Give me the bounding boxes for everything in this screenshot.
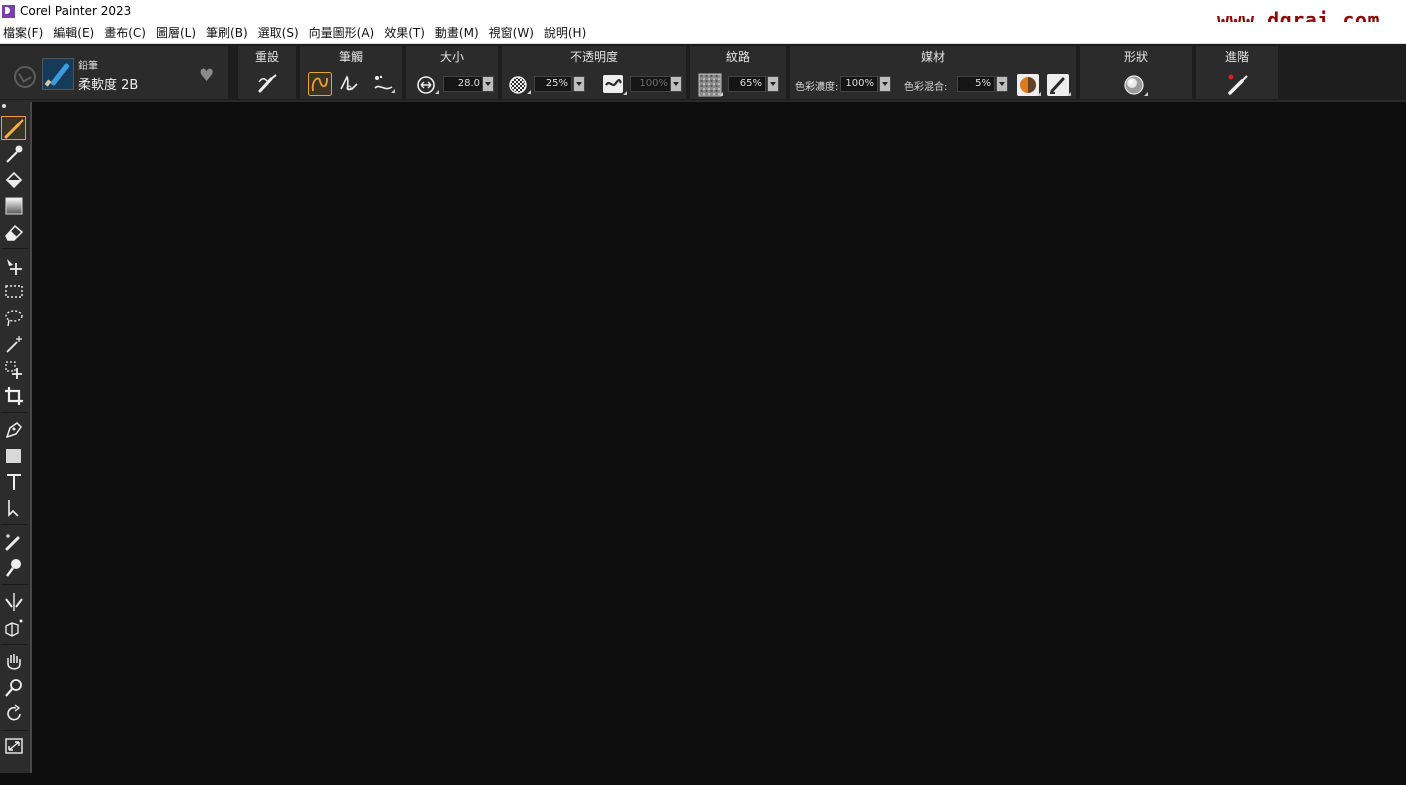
color-concentration-dropdown[interactable] [879,76,891,92]
size-expression-icon[interactable] [416,75,440,95]
mirror-painting-tool-icon[interactable] [1,590,26,614]
eraser-tool-icon[interactable] [1,220,26,244]
grain-dropdown-button[interactable] [767,76,779,92]
size-dropdown-button[interactable] [482,76,494,92]
advanced-brush-icon[interactable] [1226,73,1250,97]
menu-brushes[interactable]: 筆刷(B) [203,24,255,41]
rubber-stamp-tool-icon[interactable] [1,556,26,580]
menu-help[interactable]: 說明(H) [541,24,593,41]
magnifier-tool-icon[interactable] [1,676,26,700]
cloner-tool-icon[interactable] [1,530,26,554]
toolbox-divider [1,524,28,525]
title-bar: Corel Painter 2023 www.dgrai.com [0,0,1406,32]
menu-file[interactable]: 檔案(F) [0,24,50,41]
fit-to-screen-icon[interactable] [1,734,26,758]
color-mix-field[interactable]: 5% [957,76,995,92]
size-title: 大小 [439,50,464,64]
grabber-hand-tool-icon[interactable] [1,650,26,674]
shape-title: 形狀 [1123,50,1148,64]
pen-tool-icon[interactable] [1,418,26,442]
toolbox-divider [1,644,28,645]
workspace-canvas[interactable] [32,102,1406,785]
color-mix-dropdown[interactable] [996,76,1008,92]
text-tool-icon[interactable] [1,470,26,494]
brush-variant[interactable]: 柔軟度 2B [78,74,138,93]
grain-title: 紋路 [725,50,750,64]
media-title: 媒材 [920,50,945,64]
perspective-guide-tool-icon[interactable] [1,616,26,640]
dab-shape-icon[interactable] [1123,73,1149,97]
crop-tool-icon[interactable] [1,384,26,408]
brush-category[interactable]: 鉛筆 [78,57,98,72]
toolbox-divider [1,248,28,249]
menu-movie[interactable]: 動畫(M) [432,24,486,41]
shape-selection-tool-icon[interactable] [1,496,26,520]
advanced-title: 進階 [1224,50,1249,64]
brush-selector: 鉛筆 柔軟度 2B ♥ [0,46,230,99]
menu-effects[interactable]: 效果(T) [381,24,432,41]
selection-adjuster-tool-icon[interactable] [1,358,26,382]
opacity-jitter-icon[interactable] [602,74,628,96]
opacity-section: 不透明度 25% 100% [502,46,688,99]
gradient-tool-icon[interactable] [1,194,26,218]
menu-layers[interactable]: 圖層(L) [153,24,203,41]
stroke-section: 筆觸 [300,46,404,99]
reset-title: 重設 [254,50,279,64]
opacity-dropdown-button[interactable] [573,76,585,92]
dropper-tool-icon[interactable] [1,142,26,166]
color-concentration-label: 色彩濃度: [795,82,839,93]
blending-icon[interactable] [1046,73,1072,97]
toolbox-grip[interactable] [2,104,6,108]
opacity-title: 不透明度 [569,50,618,64]
opacity-expression-field[interactable]: 100% [630,76,672,92]
color-concentration-field[interactable]: 100% [840,76,878,92]
paper-grain-icon[interactable] [698,73,724,97]
color-mix-label: 色彩混合: [904,82,948,93]
media-section: 媒材 色彩濃度: 100% 色彩混合: 5% [790,46,1078,99]
property-bar: 鉛筆 柔軟度 2B ♥ 重設 筆觸 大小 28.0 不透明度 25% 100% … [0,44,1406,102]
grain-value-field[interactable]: 65% [728,76,766,92]
toolbox-divider [1,730,28,731]
menu-bar: 檔案(F) 編輯(E) 畫布(C) 圖層(L) 筆刷(B) 選取(S) 向量圖形… [0,22,1406,44]
freehand-stroke-icon[interactable] [308,72,332,96]
toolbox [0,102,32,773]
size-section: 大小 28.0 [406,46,500,99]
opacity-value-field[interactable]: 25% [534,76,572,92]
painter-app-icon [2,4,15,18]
menu-select[interactable]: 選取(S) [255,24,306,41]
grain-section: 紋路 65% [690,46,788,99]
restore-default-icon[interactable] [14,66,36,88]
opacity-expression-icon[interactable] [508,75,532,95]
advanced-section: 進階 [1196,46,1280,99]
straight-line-stroke-icon[interactable] [338,73,360,95]
dab-stroke-icon[interactable] [372,73,396,95]
favorite-heart-icon[interactable]: ♥ [199,68,214,85]
reset-section: 重設 [238,46,298,99]
menu-window[interactable]: 視窗(W) [486,24,541,41]
stroke-title: 筆觸 [338,50,363,64]
brush-reset-icon[interactable] [257,73,279,93]
menu-shapes[interactable]: 向量圖形(A) [306,24,382,41]
toolbox-divider [1,584,28,585]
size-value-field[interactable]: 28.0 [443,76,484,92]
layer-adjuster-tool-icon[interactable] [1,254,26,278]
rotate-page-tool-icon[interactable] [1,702,26,726]
menu-edit[interactable]: 編輯(E) [50,24,101,41]
menu-canvas[interactable]: 畫布(C) [101,24,153,41]
paint-bucket-tool-icon[interactable] [1,168,26,192]
magic-wand-tool-icon[interactable] [1,332,26,356]
rectangle-shape-tool-icon[interactable] [1,444,26,468]
window-title: Corel Painter 2023 [20,4,132,18]
shape-section: 形狀 [1080,46,1194,99]
rectangular-selection-tool-icon[interactable] [1,280,26,304]
brush-tool-icon[interactable] [1,116,26,140]
color-variability-icon[interactable] [1016,73,1042,97]
toolbox-divider [1,412,28,413]
pencil-brush-thumbnail[interactable] [42,58,74,90]
opacity-expression-dropdown[interactable] [670,76,682,92]
lasso-tool-icon[interactable] [1,306,26,330]
